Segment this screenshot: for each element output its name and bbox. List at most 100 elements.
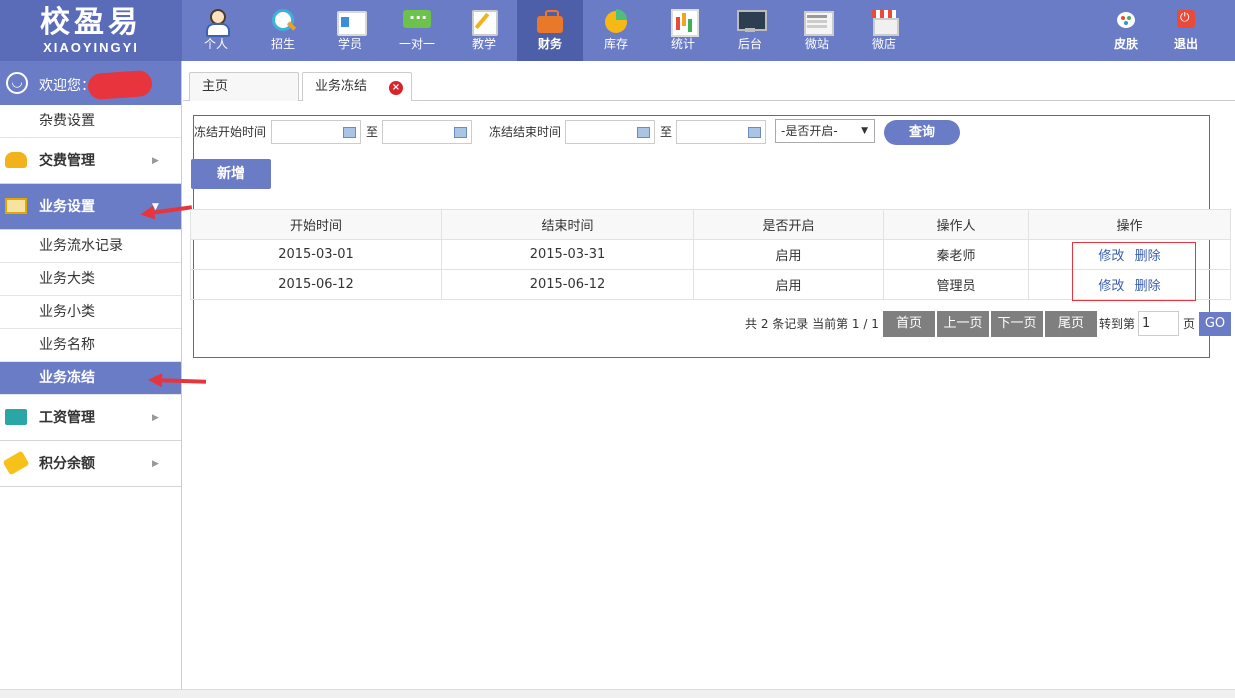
- nav-skin[interactable]: 皮肤: [1093, 0, 1159, 61]
- monitor-icon: [736, 8, 767, 34]
- column-header: 是否开启: [693, 209, 884, 240]
- money-icon: [5, 152, 27, 168]
- table-header-row: 开始时间 结束时间 是否开启 操作人 操作: [190, 209, 1231, 240]
- sidebar-group-label: 积分余额: [39, 456, 95, 472]
- go-button[interactable]: GO: [1199, 312, 1231, 336]
- query-button[interactable]: 查询: [884, 120, 960, 145]
- enabled-select[interactable]: -是否开启- ▼: [775, 119, 875, 143]
- nav-teaching[interactable]: 教学: [451, 0, 517, 61]
- delete-link[interactable]: 删除: [1135, 249, 1161, 264]
- page-unit-label: 页: [1183, 317, 1196, 331]
- next-page-button[interactable]: 下一页: [991, 311, 1043, 337]
- sidebar-item-business-category[interactable]: 业务大类: [0, 263, 181, 296]
- sidebar-group-points[interactable]: 积分余额 ▶: [0, 441, 181, 487]
- freeze-start-from-input[interactable]: [271, 120, 361, 144]
- nav-label: 教学: [471, 37, 496, 51]
- cell-end-date: 2015-06-12: [441, 269, 694, 300]
- chevron-right-icon: ▶: [152, 413, 159, 423]
- chevron-right-icon: ▶: [152, 156, 159, 166]
- sidebar-group-label: 工资管理: [39, 410, 95, 426]
- add-button[interactable]: 新增: [191, 159, 271, 189]
- tab-home[interactable]: 主页: [189, 72, 299, 101]
- sidebar-group-salary[interactable]: 工资管理 ▶: [0, 395, 181, 441]
- smiley-icon: ◡: [6, 72, 28, 94]
- sidebar-group-business[interactable]: 业务设置 ▼: [0, 184, 181, 230]
- nav-logout[interactable]: 退出: [1153, 0, 1219, 61]
- column-header: 开始时间: [190, 209, 442, 240]
- person-icon: [202, 8, 230, 37]
- pager-info: 共 2 条记录 当前第 1 / 1: [745, 317, 879, 331]
- search-icon: [269, 8, 297, 34]
- tab-bar: 主页 业务冻结 ×: [183, 61, 1235, 101]
- logo-english: XIAOYINGYI: [43, 40, 139, 55]
- column-header: 操作人: [883, 209, 1029, 240]
- column-header: 结束时间: [441, 209, 694, 240]
- chat-icon: [403, 8, 431, 34]
- nav-label: 招生: [270, 37, 295, 51]
- nav-statistics[interactable]: 统计: [650, 0, 716, 61]
- redacted-username: [87, 69, 153, 101]
- briefcase-icon: [536, 8, 564, 34]
- nav-personal[interactable]: 个人: [183, 0, 249, 61]
- nav-backend[interactable]: 后台: [717, 0, 783, 61]
- tab-business-freeze[interactable]: 业务冻结 ×: [302, 72, 412, 101]
- cell-operator: 管理员: [883, 269, 1029, 300]
- calendar-icon[interactable]: [343, 127, 356, 138]
- nav-one-on-one[interactable]: 一对一: [384, 0, 450, 61]
- nav-finance[interactable]: 财务: [517, 0, 583, 61]
- freeze-end-from-input[interactable]: [565, 120, 655, 144]
- calendar-icon[interactable]: [748, 127, 761, 138]
- bottom-scroll-bar: [0, 689, 1235, 698]
- close-icon[interactable]: ×: [389, 81, 403, 95]
- palette-icon: [1112, 8, 1140, 34]
- sidebar-item-business-name[interactable]: 业务名称: [0, 329, 181, 362]
- web-page-icon: [803, 8, 834, 36]
- nav-micro-site[interactable]: 微站: [784, 0, 850, 61]
- logo: 校盈易 XIAOYINGYI: [0, 0, 182, 61]
- calendar-icon[interactable]: [454, 127, 467, 138]
- bar-chart-icon: [669, 8, 699, 37]
- freeze-end-to-input[interactable]: [676, 120, 766, 144]
- last-page-button[interactable]: 尾页: [1045, 311, 1097, 337]
- nav-students[interactable]: 学员: [317, 0, 383, 61]
- first-page-button[interactable]: 首页: [883, 311, 935, 337]
- calendar-icon[interactable]: [637, 127, 650, 138]
- enabled-select-value: -是否开启-: [781, 124, 838, 138]
- freeze-start-to-input[interactable]: [382, 120, 472, 144]
- sidebar-item-business-subcategory[interactable]: 业务小类: [0, 296, 181, 329]
- envelope-icon: [5, 198, 27, 214]
- edit-link[interactable]: 修改: [1098, 279, 1124, 294]
- welcome-text: 欢迎您：: [39, 78, 95, 94]
- nav-label: 统计: [670, 37, 695, 51]
- nav-label: 退出: [1173, 37, 1198, 51]
- nav-enrollment[interactable]: 招生: [250, 0, 316, 61]
- cell-actions: 修改 删除: [1028, 269, 1231, 300]
- jump-label: 转到第: [1099, 317, 1136, 331]
- delete-link[interactable]: 删除: [1135, 279, 1161, 294]
- edit-link[interactable]: 修改: [1098, 249, 1124, 264]
- pie-chart-icon: [602, 8, 630, 34]
- nav-label: 一对一: [398, 37, 435, 51]
- nav-label: 个人: [203, 37, 228, 51]
- tab-label: 主页: [202, 79, 229, 94]
- nav-label: 学员: [337, 37, 362, 51]
- cell-end-date: 2015-03-31: [441, 239, 694, 270]
- sidebar-group-payment[interactable]: 交费管理 ▶: [0, 138, 181, 184]
- tab-label: 业务冻结: [315, 79, 368, 94]
- cell-start-date: 2015-06-12: [190, 269, 442, 300]
- sidebar-item-misc-fee[interactable]: 杂费设置: [0, 105, 181, 138]
- column-header: 操作: [1028, 209, 1231, 240]
- page-number-input[interactable]: 1: [1138, 311, 1179, 336]
- tag-icon: [2, 450, 30, 476]
- nav-inventory[interactable]: 库存: [583, 0, 649, 61]
- cell-operator: 秦老师: [883, 239, 1029, 270]
- power-icon: [1172, 8, 1200, 34]
- nav-micro-shop[interactable]: 微店: [851, 0, 917, 61]
- sidebar-item-business-log[interactable]: 业务流水记录: [0, 230, 181, 263]
- sidebar-group-label: 交费管理: [39, 153, 95, 169]
- card-icon: [336, 8, 367, 36]
- cell-actions: 修改 删除: [1028, 239, 1231, 270]
- nav-label: 库存: [603, 37, 628, 51]
- prev-page-button[interactable]: 上一页: [937, 311, 989, 337]
- top-navigation-bar: 校盈易 XIAOYINGYI 个人 招生 学员 一对一 教学 财务 库存 统计 …: [0, 0, 1235, 61]
